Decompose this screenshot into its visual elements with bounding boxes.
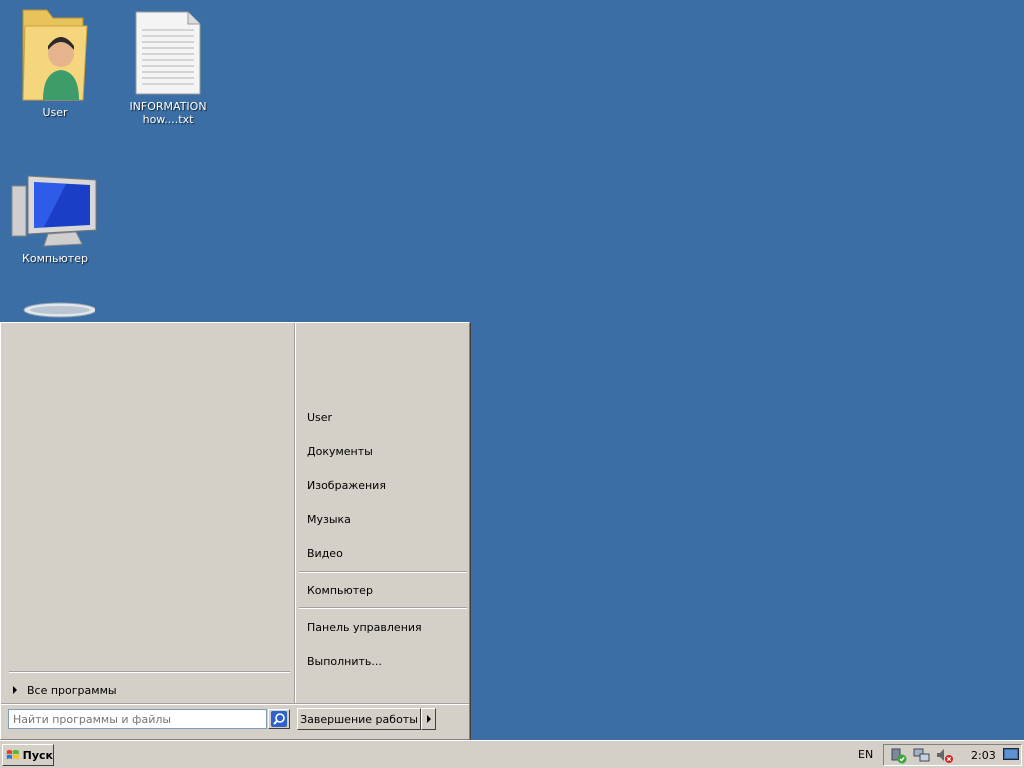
menu-item-label: Документы xyxy=(307,444,373,458)
all-programs-label: Все программы xyxy=(27,683,117,697)
desktop-icon-computer[interactable]: Компьютер xyxy=(10,172,100,265)
start-menu-programs-pane: Все программы xyxy=(1,323,294,703)
language-indicator[interactable]: EN xyxy=(858,748,873,761)
clock[interactable]: 2:03 xyxy=(971,749,996,762)
windows-logo-icon xyxy=(6,749,19,760)
shutdown-label: Завершение работы xyxy=(300,712,418,726)
search-button[interactable] xyxy=(268,709,290,729)
menu-item-label: Компьютер xyxy=(307,583,373,597)
menu-item-run[interactable]: Выполнить... xyxy=(307,651,457,671)
network-icon[interactable] xyxy=(913,748,931,764)
start-button-label: Пуск xyxy=(22,748,53,762)
start-menu-places-pane: User Документы Изображения Музыка Видео … xyxy=(296,323,469,703)
all-programs-item[interactable]: Все программы xyxy=(9,681,290,699)
menu-item-computer[interactable]: Компьютер xyxy=(307,580,457,600)
action-center-icon[interactable] xyxy=(890,748,908,764)
separator xyxy=(9,671,290,673)
separator xyxy=(299,607,467,609)
menu-item-user[interactable]: User xyxy=(307,407,457,427)
desktop-icon-information-txt[interactable]: INFORMATION how....txt xyxy=(123,10,213,126)
volume-muted-icon[interactable] xyxy=(936,748,954,764)
separator xyxy=(299,571,467,573)
desktop-icon-label: User xyxy=(42,106,68,119)
search-icon xyxy=(271,711,287,727)
show-desktop-icon[interactable] xyxy=(1003,748,1019,762)
shutdown-button[interactable]: Завершение работы xyxy=(297,708,421,730)
menu-item-video[interactable]: Видео xyxy=(307,543,457,563)
menu-item-label: Панель управления xyxy=(307,620,422,634)
triangle-right-icon xyxy=(426,715,431,723)
separator xyxy=(1,703,469,705)
menu-item-pictures[interactable]: Изображения xyxy=(307,475,457,495)
shutdown-options-button[interactable] xyxy=(421,708,436,730)
menu-item-label: Изображения xyxy=(307,478,386,492)
desktop-icon-label: INFORMATION how....txt xyxy=(129,100,207,126)
taskbar: Пуск EN 2:03 xyxy=(0,740,1024,768)
text-file-icon xyxy=(135,11,201,95)
search-input[interactable] xyxy=(8,709,267,729)
menu-item-label: Музыка xyxy=(307,512,351,526)
computer-icon xyxy=(11,175,97,247)
menu-item-label: Видео xyxy=(307,546,343,560)
menu-item-label: User xyxy=(307,410,333,424)
desktop-icon-user[interactable]: User xyxy=(10,6,100,119)
menu-item-music[interactable]: Музыка xyxy=(307,509,457,529)
start-button[interactable]: Пуск xyxy=(2,744,54,766)
triangle-right-icon xyxy=(13,686,17,694)
menu-item-label: Выполнить... xyxy=(307,654,382,668)
menu-item-control-panel[interactable]: Панель управления xyxy=(307,617,457,637)
start-menu: Все программы User Документы Изображения… xyxy=(0,322,470,740)
system-tray: 2:03 xyxy=(883,744,1022,766)
menu-item-documents[interactable]: Документы xyxy=(307,441,457,461)
desktop-icon-label: Компьютер xyxy=(22,252,88,265)
recycle-bin-icon xyxy=(23,302,95,318)
user-folder-icon xyxy=(22,9,88,101)
